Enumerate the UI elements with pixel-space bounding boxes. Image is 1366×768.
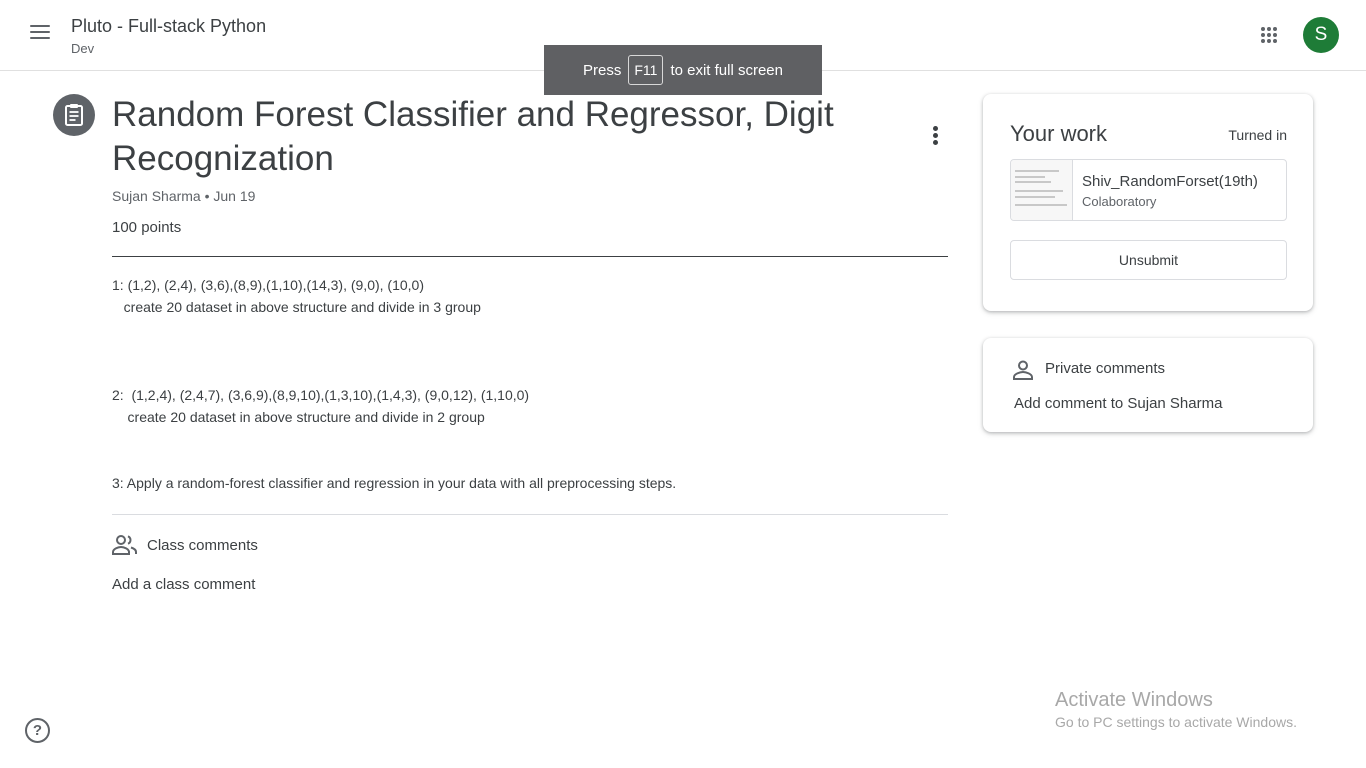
assignment-icon bbox=[53, 94, 95, 136]
description-line-5: 3: Apply a random-forest classifier and … bbox=[112, 475, 677, 491]
class-title[interactable]: Pluto - Full-stack Python bbox=[71, 16, 266, 37]
description-line-3: 2: (1,2,4), (2,4,7), (3,6,9),(8,9,10),(1… bbox=[112, 387, 530, 403]
more-vert-icon[interactable] bbox=[922, 124, 948, 152]
assignment-meta: Sujan Sharma • Jun 19 bbox=[112, 188, 256, 204]
people-icon bbox=[112, 534, 138, 556]
unsubmit-button[interactable]: Unsubmit bbox=[1010, 240, 1287, 280]
attachment-name: Shiv_RandomForset(19th) bbox=[1082, 173, 1258, 190]
status-badge: Turned in bbox=[1228, 127, 1287, 143]
menu-icon[interactable] bbox=[24, 21, 56, 49]
activate-windows-title: Activate Windows bbox=[1055, 689, 1213, 711]
apps-icon[interactable] bbox=[1254, 20, 1284, 50]
your-work-card: Your work Turned in Shiv_RandomForset(19… bbox=[983, 94, 1313, 311]
divider bbox=[112, 256, 948, 257]
class-section: Dev bbox=[71, 41, 95, 56]
person-icon bbox=[1012, 359, 1034, 381]
toast-press: Press bbox=[583, 61, 622, 79]
private-comments-card: Private comments Add comment to Sujan Sh… bbox=[983, 338, 1313, 432]
description-line-2: create 20 dataset in above structure and… bbox=[112, 299, 481, 315]
avatar[interactable]: S bbox=[1303, 17, 1339, 53]
assignment-title: Random Forest Classifier and Regressor, … bbox=[112, 95, 834, 178]
description-line-1: 1: (1,2), (2,4), (3,6),(8,9),(1,10),(14,… bbox=[112, 277, 424, 293]
toast-suffix: to exit full screen bbox=[670, 61, 783, 79]
private-comments-label: Private comments bbox=[1045, 360, 1166, 377]
your-work-title: Your work bbox=[1010, 121, 1108, 146]
toast-key: F11 bbox=[628, 55, 664, 85]
class-comments-label: Class comments bbox=[147, 537, 258, 554]
assignment-points: 100 points bbox=[112, 219, 182, 236]
activate-windows-subtitle: Go to PC settings to activate Windows. bbox=[1055, 714, 1297, 730]
add-class-comment[interactable]: Add a class comment bbox=[112, 576, 255, 593]
add-private-comment[interactable]: Add comment to Sujan Sharma bbox=[1014, 395, 1222, 412]
fullscreen-toast: Press F11 to exit full screen bbox=[544, 45, 822, 95]
attachment-thumbnail bbox=[1011, 160, 1073, 220]
help-icon[interactable]: ? bbox=[25, 718, 50, 743]
attachment[interactable]: Shiv_RandomForset(19th) Colaboratory bbox=[1010, 159, 1287, 221]
attachment-type: Colaboratory bbox=[1082, 194, 1157, 209]
description-line-4: create 20 dataset in above structure and… bbox=[112, 409, 485, 425]
divider bbox=[112, 514, 948, 515]
